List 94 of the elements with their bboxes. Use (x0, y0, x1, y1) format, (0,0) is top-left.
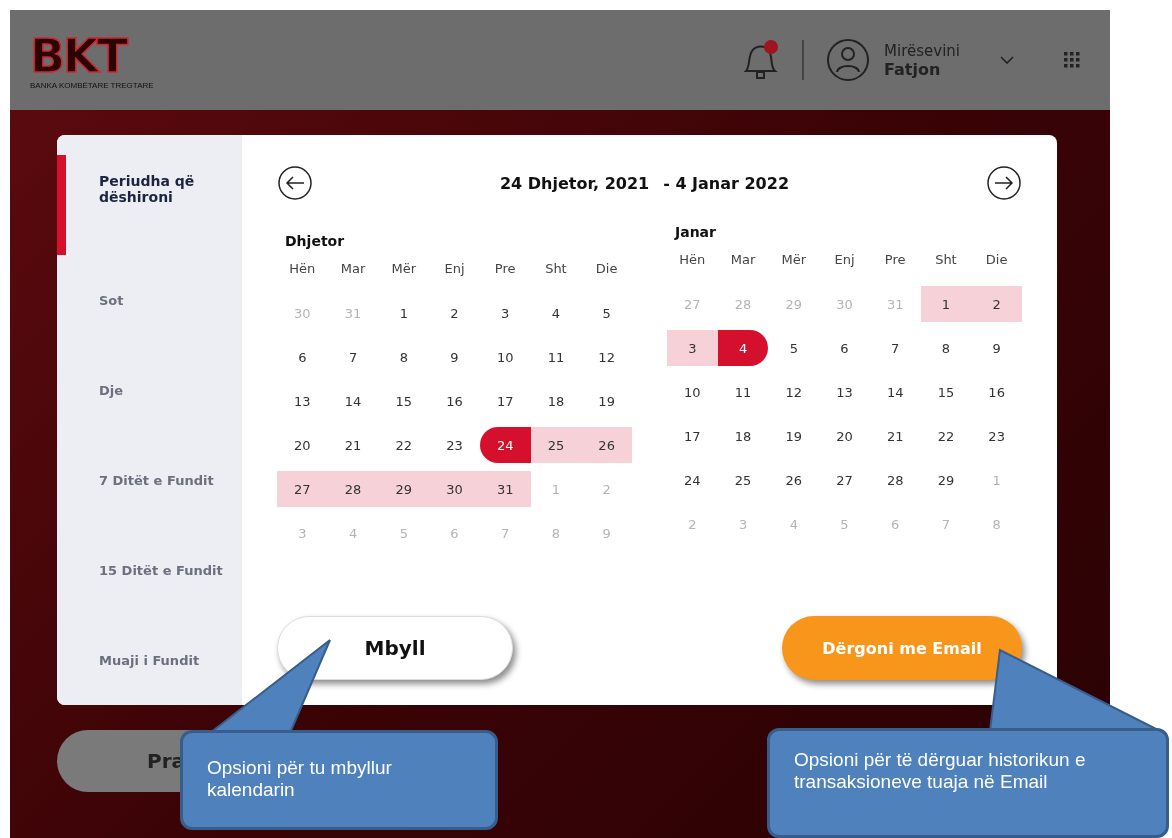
calendar-day[interactable]: 3 (479, 295, 531, 331)
calendar-day[interactable]: 30 (429, 471, 480, 507)
calendar-day[interactable]: 10 (479, 339, 531, 375)
calendar-day[interactable]: 27 (277, 471, 328, 507)
calendar-day[interactable]: 9 (429, 339, 480, 375)
calendar-day[interactable]: 31 (479, 471, 531, 507)
calendar-day[interactable]: 28 (869, 462, 921, 498)
period-option[interactable]: 15 Ditët e Fundit (57, 525, 242, 615)
calendar-day[interactable]: 20 (819, 418, 870, 454)
weekday-label: Mar (729, 252, 757, 269)
apps-grid-icon[interactable] (1064, 52, 1080, 68)
period-option[interactable]: Sot (57, 255, 242, 345)
chevron-down-icon[interactable] (1000, 56, 1014, 64)
calendar-day[interactable]: 11 (530, 339, 582, 375)
logo-subtitle: BANKA KOMBËTARE TREGTARE (30, 80, 155, 90)
calendar-day[interactable]: 25 (530, 427, 582, 463)
calendar-day[interactable]: 13 (819, 374, 870, 410)
period-option[interactable]: Muaji i Fundit (57, 615, 242, 705)
month-title: Janar (673, 224, 717, 242)
month-title: Dhjetor (284, 233, 346, 251)
calendar-day[interactable]: 4 (717, 330, 769, 366)
calendar-day[interactable]: 7 (327, 339, 379, 375)
calendar-day[interactable]: 19 (768, 418, 820, 454)
calendar-day[interactable]: 11 (717, 374, 769, 410)
weekday-label: Mër (780, 252, 808, 269)
calendar-day[interactable]: 21 (327, 427, 379, 463)
period-option[interactable]: Periudha që dëshironi (57, 155, 242, 255)
next-arrow-icon[interactable] (986, 165, 1022, 201)
period-option[interactable]: 7 Ditët e Fundit (57, 435, 242, 525)
calendar-day[interactable]: 14 (869, 374, 921, 410)
calendar-day[interactable]: 14 (327, 383, 379, 419)
calendar-day[interactable]: 5 (581, 295, 632, 331)
calendar-day[interactable]: 12 (768, 374, 820, 410)
calendar-day[interactable]: 21 (869, 418, 921, 454)
calendar-day[interactable]: 26 (581, 427, 632, 463)
period-option[interactable]: Dje (57, 345, 242, 435)
weekday-label: Die (984, 252, 1009, 269)
weekday-label: Enj (833, 252, 856, 269)
calendar-day[interactable]: 18 (717, 418, 769, 454)
calendar-day[interactable]: 29 (378, 471, 430, 507)
weekday-label: Hën (288, 261, 317, 278)
user-avatar-icon[interactable] (826, 38, 871, 82)
calendar-day[interactable]: 2 (971, 286, 1022, 322)
close-button[interactable]: Mbyll (277, 616, 513, 680)
date-range-text: - 4 Janar 2022 (663, 173, 789, 193)
calendar-day[interactable]: 12 (581, 339, 632, 375)
calendar-day[interactable]: 15 (920, 374, 972, 410)
calendar-day[interactable]: 23 (429, 427, 480, 463)
weekday-label: Die (594, 261, 619, 278)
weekday-label: Mar (339, 261, 367, 278)
calendar-day[interactable]: 8 (378, 339, 430, 375)
weekday-label: Pre (883, 252, 907, 269)
calendar-day[interactable]: 18 (530, 383, 582, 419)
calendar-day[interactable]: 24 (479, 427, 531, 463)
greeting-text: Mirësevini (884, 41, 960, 60)
calendar-day[interactable]: 22 (378, 427, 430, 463)
calendar-day[interactable]: 1 (920, 286, 972, 322)
calendar-day[interactable]: 19 (581, 383, 632, 419)
calendar-day[interactable]: 13 (277, 383, 328, 419)
calendar-day[interactable]: 24 (667, 462, 718, 498)
calendar-day[interactable]: 7 (869, 330, 921, 366)
weekday-label: Sht (544, 261, 568, 278)
calendar-day[interactable]: 9 (971, 330, 1022, 366)
calendar-day[interactable]: 28 (327, 471, 379, 507)
calendar-day[interactable]: 4 (530, 295, 582, 331)
calendar-day[interactable]: 26 (768, 462, 820, 498)
user-name: Fatjon (884, 59, 942, 79)
weekday-label: Pre (493, 261, 517, 278)
calendar-day[interactable]: 8 (920, 330, 972, 366)
calendar-day[interactable]: 27 (819, 462, 870, 498)
calendar-day[interactable]: 1 (378, 295, 430, 331)
calendar-day[interactable]: 16 (971, 374, 1022, 410)
calendar-day[interactable]: 2 (429, 295, 480, 331)
calendar-day[interactable]: 10 (667, 374, 718, 410)
calendar-day[interactable]: 17 (479, 383, 531, 419)
calendar-day[interactable]: 16 (429, 383, 480, 419)
weekday-label: Sht (934, 252, 958, 269)
weekday-label: Hën (678, 252, 707, 269)
calendar-day[interactable]: 29 (920, 462, 972, 498)
logo: BKT (30, 30, 128, 81)
calendar-day[interactable]: 22 (920, 418, 972, 454)
calendar-day[interactable]: 5 (768, 330, 820, 366)
calendar-day[interactable]: 17 (667, 418, 718, 454)
calendar-day[interactable]: 15 (378, 383, 430, 419)
calendar-day[interactable]: 3 (667, 330, 718, 366)
calendar-day[interactable]: 23 (971, 418, 1022, 454)
calendar-day[interactable]: 25 (717, 462, 769, 498)
calendar-day[interactable]: 20 (277, 427, 328, 463)
calendar-day[interactable]: 6 (277, 339, 328, 375)
calendar-day[interactable]: 6 (819, 330, 870, 366)
previous-arrow-icon[interactable] (277, 165, 313, 201)
weekday-label: Mër (390, 261, 418, 278)
weekday-label: Enj (443, 261, 466, 278)
date-range-text: 24 Dhjetor, 2021 (499, 173, 650, 193)
